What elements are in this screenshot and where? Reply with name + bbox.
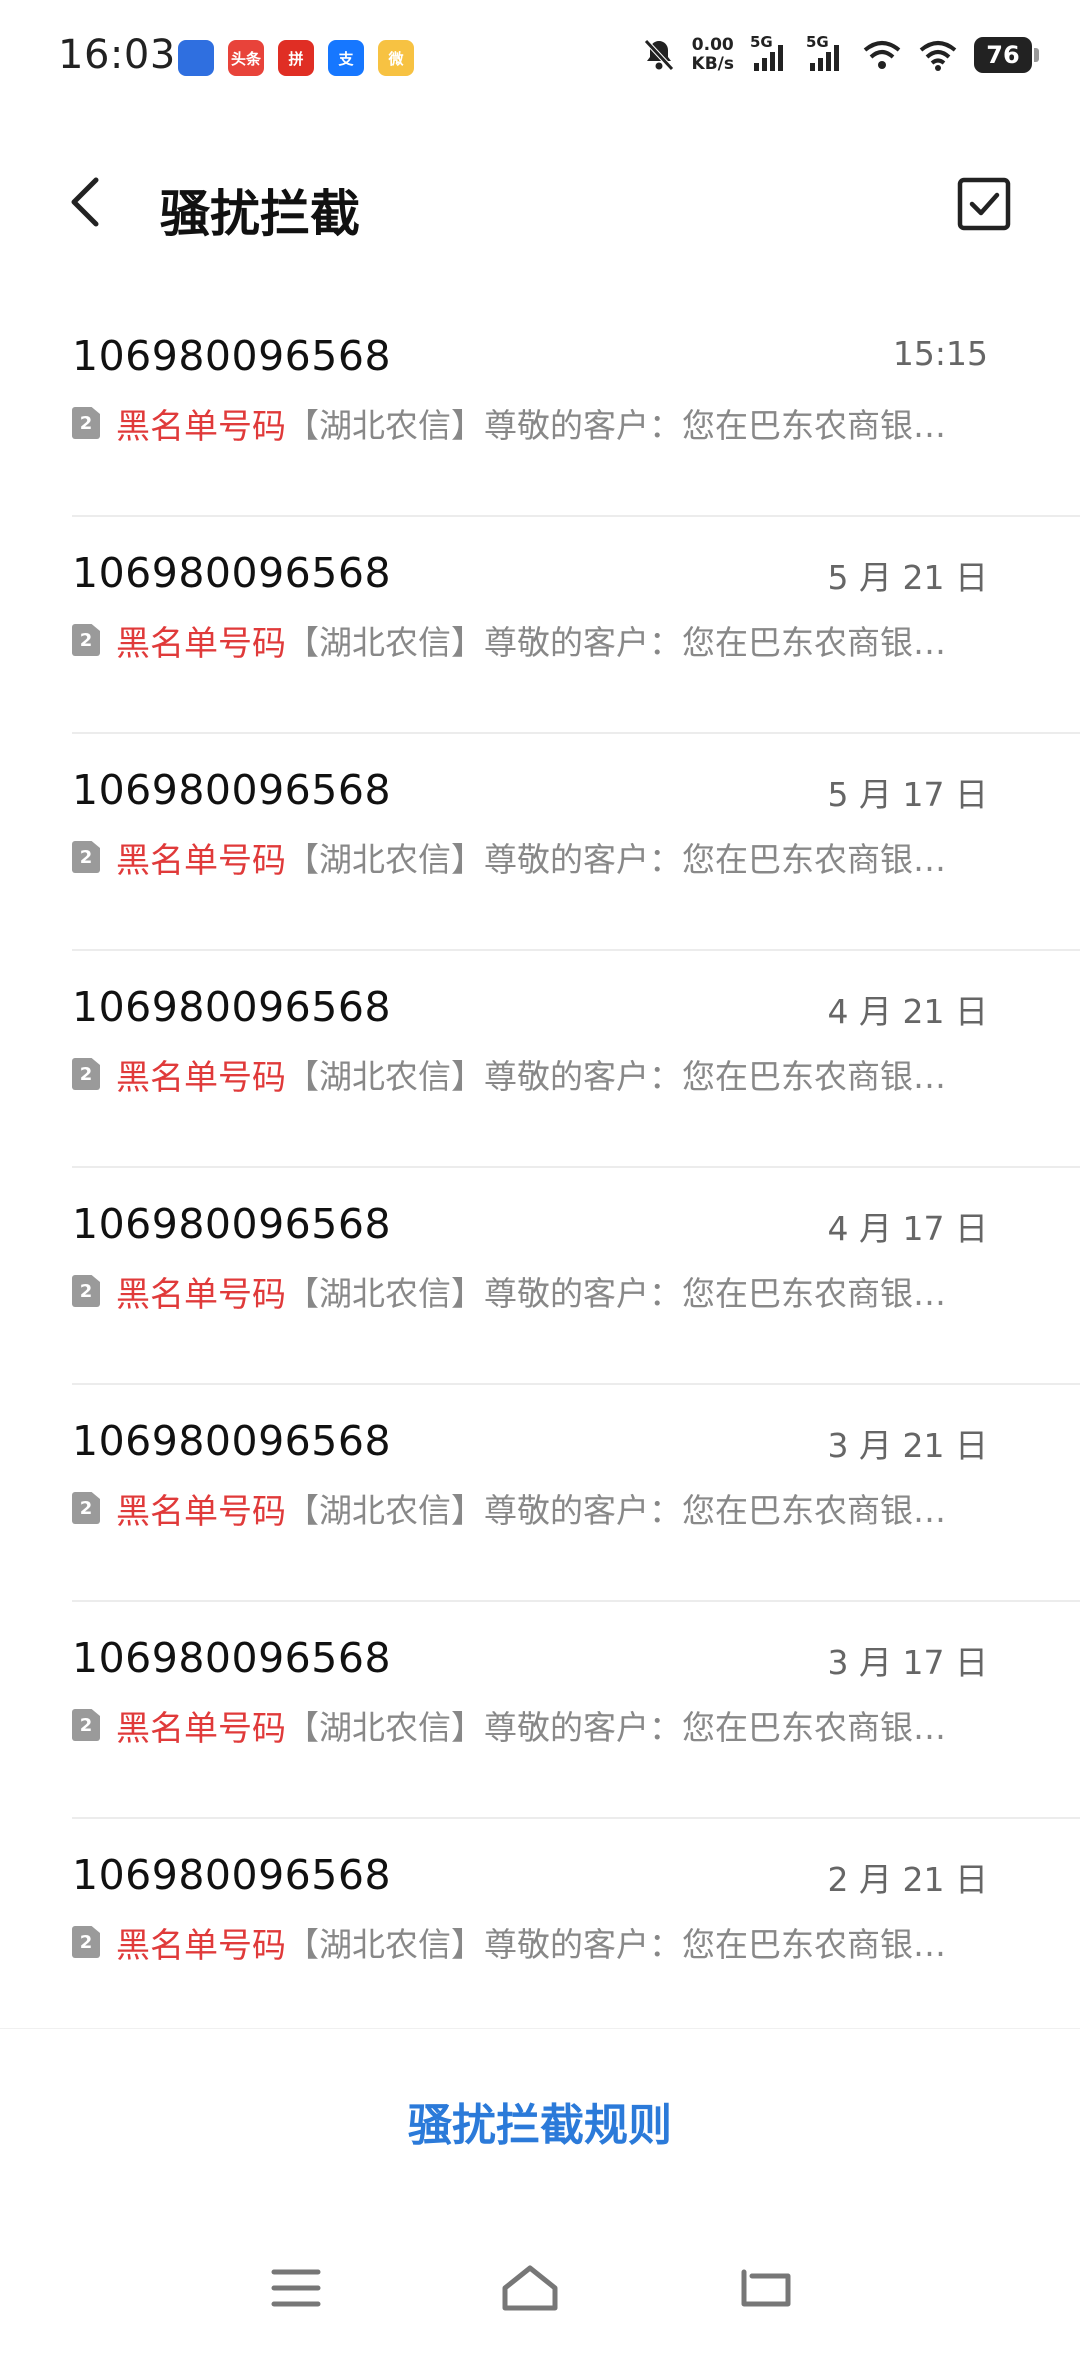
message-snippet: 【湖北农信】尊敬的客户：您在巴东农商银… — [286, 623, 946, 661]
blacklist-tag: 黑名单号码 — [116, 1925, 286, 1964]
system-nav-bar — [0, 2208, 1080, 2376]
sender-number: 106980096568 — [72, 1417, 392, 1465]
back-button[interactable] — [58, 172, 118, 232]
message-snippet: 【湖北农信】尊敬的客户：您在巴东农商银… — [286, 406, 946, 444]
weibo-icon: 微 — [378, 40, 414, 76]
signal-1-icon: 5G — [750, 33, 790, 73]
checkbox-icon — [957, 177, 1011, 231]
sim-2-icon: 2 — [72, 841, 100, 873]
wifi-icon — [919, 41, 957, 71]
pinduoduo-icon: 拼 — [278, 40, 314, 76]
home-nav-button[interactable] — [490, 2248, 570, 2328]
blacklist-tag: 黑名单号码 — [116, 406, 286, 445]
message-date: 2 月 21 日 — [827, 1860, 988, 1899]
message-preview: 2 黑名单号码 【湖北农信】尊敬的客户：您在巴东农商银… — [72, 1921, 988, 1963]
message-date: 3 月 21 日 — [827, 1426, 988, 1465]
message-row[interactable]: 106980096568 4 月 21 日 2 黑名单号码 【湖北农信】尊敬的客户：您在… — [0, 951, 1080, 1168]
message-row[interactable]: 106980096568 2 月 21 日 2 黑名单号码 【湖北农信】尊敬的客户：您在… — [0, 1819, 1080, 2036]
blacklist-tag: 黑名单号码 — [116, 623, 286, 662]
sim-2-icon: 2 — [72, 1275, 100, 1307]
sim-2-icon: 2 — [72, 1058, 100, 1090]
battery-icon: 76 — [974, 37, 1039, 73]
sim-2-icon: 2 — [72, 1926, 100, 1958]
sim-2-icon: 2 — [72, 624, 100, 656]
message-preview: 2 黑名单号码 【湖北农信】尊敬的客户：您在巴东农商银… — [72, 1704, 988, 1746]
mute-bell-icon — [643, 39, 674, 71]
message-date: 5 月 21 日 — [827, 558, 988, 597]
footer-area: 骚扰拦截规则 — [0, 2028, 1080, 2209]
message-date: 4 月 21 日 — [827, 992, 988, 1031]
blacklist-tag: 黑名单号码 — [116, 1057, 286, 1096]
blacklist-tag: 黑名单号码 — [116, 1708, 286, 1747]
status-time: 16:03 — [58, 32, 176, 78]
sender-number: 106980096568 — [72, 766, 392, 814]
message-row[interactable]: 106980096568 3 月 17 日 2 黑名单号码 【湖北农信】尊敬的客户：您在… — [0, 1602, 1080, 1819]
block-rules-button[interactable]: 骚扰拦截规则 — [0, 2089, 1080, 2153]
sender-number: 106980096568 — [72, 1851, 392, 1899]
message-snippet: 【湖北农信】尊敬的客户：您在巴东农商银… — [286, 1491, 946, 1529]
message-preview: 2 黑名单号码 【湖北农信】尊敬的客户：您在巴东农商银… — [72, 619, 988, 661]
message-snippet: 【湖北农信】尊敬的客户：您在巴东农商银… — [286, 1925, 946, 1963]
message-preview: 2 黑名单号码 【湖北农信】尊敬的客户：您在巴东农商银… — [72, 1270, 988, 1312]
alipay-icon: 支 — [328, 40, 364, 76]
message-list: 106980096568 15:15 2 黑名单号码 【湖北农信】尊敬的客户：您在巴东农… — [0, 300, 1080, 2036]
menu-nav-button[interactable] — [256, 2248, 336, 2328]
message-app-icon — [178, 40, 214, 76]
blacklist-tag: 黑名单号码 — [116, 840, 286, 879]
message-snippet: 【湖北农信】尊敬的客户：您在巴东农商银… — [286, 1708, 946, 1746]
network-speed: 0.00 KB/s — [691, 35, 734, 74]
message-row[interactable]: 106980096568 3 月 21 日 2 黑名单号码 【湖北农信】尊敬的客户：您在… — [0, 1385, 1080, 1602]
select-mode-button[interactable] — [956, 176, 1012, 232]
message-date: 15:15 — [892, 334, 988, 373]
message-row[interactable]: 106980096568 4 月 17 日 2 黑名单号码 【湖北农信】尊敬的客户：您在… — [0, 1168, 1080, 1385]
wifi-hotspot-icon — [863, 41, 901, 69]
blacklist-tag: 黑名单号码 — [116, 1274, 286, 1313]
message-preview: 2 黑名单号码 【湖北农信】尊敬的客户：您在巴东农商银… — [72, 836, 988, 878]
signal-2-icon: 5G — [806, 33, 846, 73]
message-date: 3 月 17 日 — [827, 1643, 988, 1682]
notification-icons: 头条拼支微 — [178, 40, 414, 76]
sender-number: 106980096568 — [72, 983, 392, 1031]
sender-number: 106980096568 — [72, 549, 392, 597]
sim-2-icon: 2 — [72, 407, 100, 439]
toutiao-icon: 头条 — [228, 40, 264, 76]
menu-icon — [271, 2269, 321, 2307]
blacklist-tag: 黑名单号码 — [116, 1491, 286, 1530]
status-bar: 16:03 头条拼支微 0.00 KB/s 5G 5G 76 — [0, 0, 1080, 110]
message-preview: 2 黑名单号码 【湖北农信】尊敬的客户：您在巴东农商银… — [72, 1487, 988, 1529]
sender-number: 106980096568 — [72, 1634, 392, 1682]
message-date: 5 月 17 日 — [827, 775, 988, 814]
sender-number: 106980096568 — [72, 1200, 392, 1248]
message-snippet: 【湖北农信】尊敬的客户：您在巴东农商银… — [286, 1274, 946, 1312]
return-icon — [741, 2269, 791, 2307]
back-nav-button[interactable] — [726, 2248, 806, 2328]
home-icon — [502, 2265, 558, 2311]
status-indicators: 0.00 KB/s 5G 5G 76 — [642, 33, 1039, 74]
message-row[interactable]: 106980096568 5 月 17 日 2 黑名单号码 【湖北农信】尊敬的客户：您在… — [0, 734, 1080, 951]
message-preview: 2 黑名单号码 【湖北农信】尊敬的客户：您在巴东农商银… — [72, 402, 988, 444]
back-arrow-icon — [71, 177, 99, 227]
sim-2-icon: 2 — [72, 1492, 100, 1524]
app-header: 骚扰拦截 — [0, 150, 1080, 260]
sender-number: 106980096568 — [72, 332, 392, 380]
sim-2-icon: 2 — [72, 1709, 100, 1741]
message-date: 4 月 17 日 — [827, 1209, 988, 1248]
page-title: 骚扰拦截 — [160, 185, 360, 243]
message-preview: 2 黑名单号码 【湖北农信】尊敬的客户：您在巴东农商银… — [72, 1053, 988, 1095]
message-row[interactable]: 106980096568 5 月 21 日 2 黑名单号码 【湖北农信】尊敬的客户：您在… — [0, 517, 1080, 734]
message-snippet: 【湖北农信】尊敬的客户：您在巴东农商银… — [286, 1057, 946, 1095]
message-snippet: 【湖北农信】尊敬的客户：您在巴东农商银… — [286, 840, 946, 878]
message-row[interactable]: 106980096568 15:15 2 黑名单号码 【湖北农信】尊敬的客户：您在巴东农… — [0, 300, 1080, 517]
